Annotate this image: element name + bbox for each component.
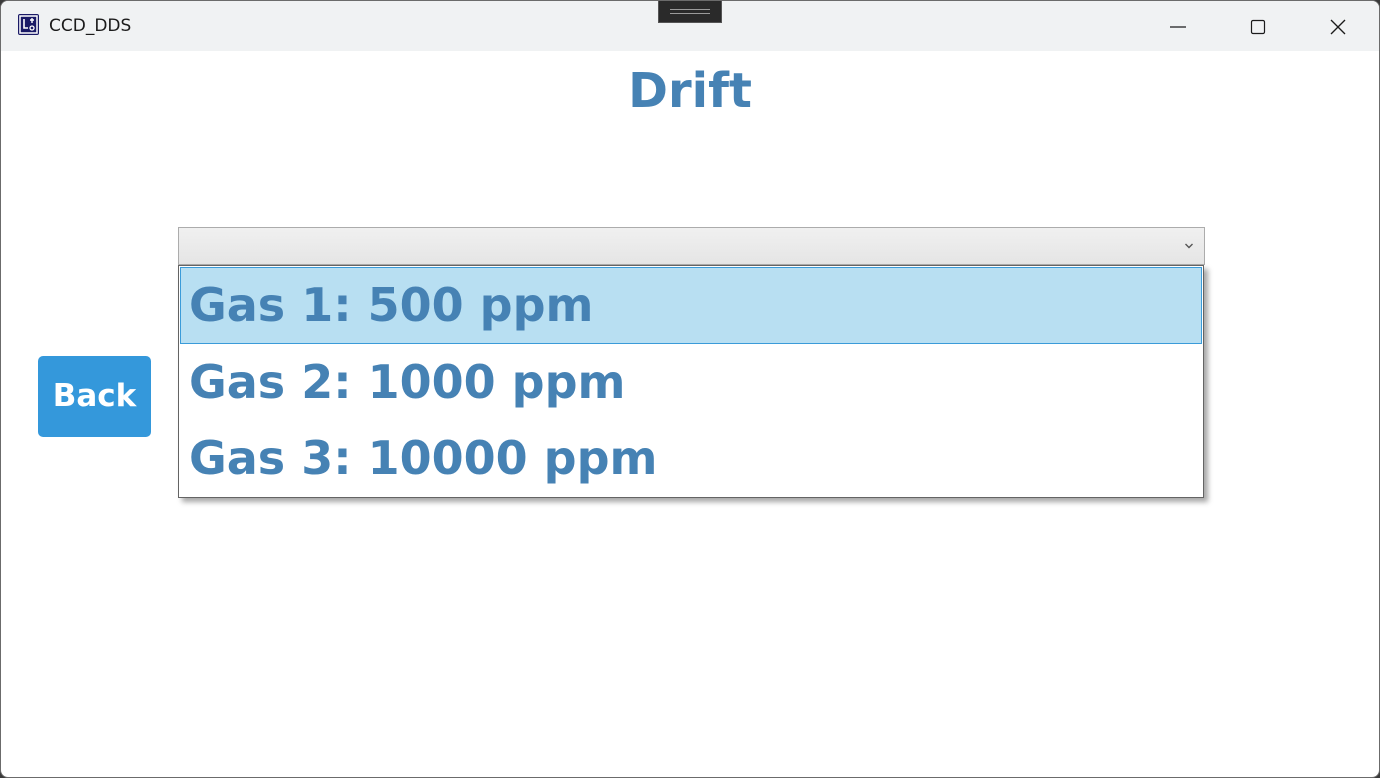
minimize-icon <box>1170 26 1186 28</box>
app-icon <box>18 14 39 35</box>
maximize-icon <box>1250 19 1266 35</box>
snap-layout-handle[interactable] <box>658 1 722 23</box>
app-window: CCD_DDS Drift Back Gas 1: 500 ppm Gas 2:… <box>0 0 1380 778</box>
title-bar[interactable]: CCD_DDS <box>1 1 1379 51</box>
minimize-button[interactable] <box>1138 1 1218 51</box>
gas-option-3[interactable]: Gas 3: 10000 ppm <box>180 420 1202 497</box>
gas-option-1[interactable]: Gas 1: 500 ppm <box>180 267 1202 344</box>
chevron-down-icon <box>1185 243 1193 249</box>
close-icon <box>1330 19 1346 35</box>
gas-select[interactable] <box>178 227 1205 265</box>
gas-option-2[interactable]: Gas 2: 1000 ppm <box>180 344 1202 421</box>
back-button[interactable]: Back <box>38 356 151 437</box>
close-button[interactable] <box>1298 1 1378 51</box>
maximize-button[interactable] <box>1218 1 1298 51</box>
window-title: CCD_DDS <box>49 16 132 36</box>
page-title: Drift <box>628 63 752 119</box>
gas-select-dropdown: Gas 1: 500 ppm Gas 2: 1000 ppm Gas 3: 10… <box>178 265 1204 498</box>
